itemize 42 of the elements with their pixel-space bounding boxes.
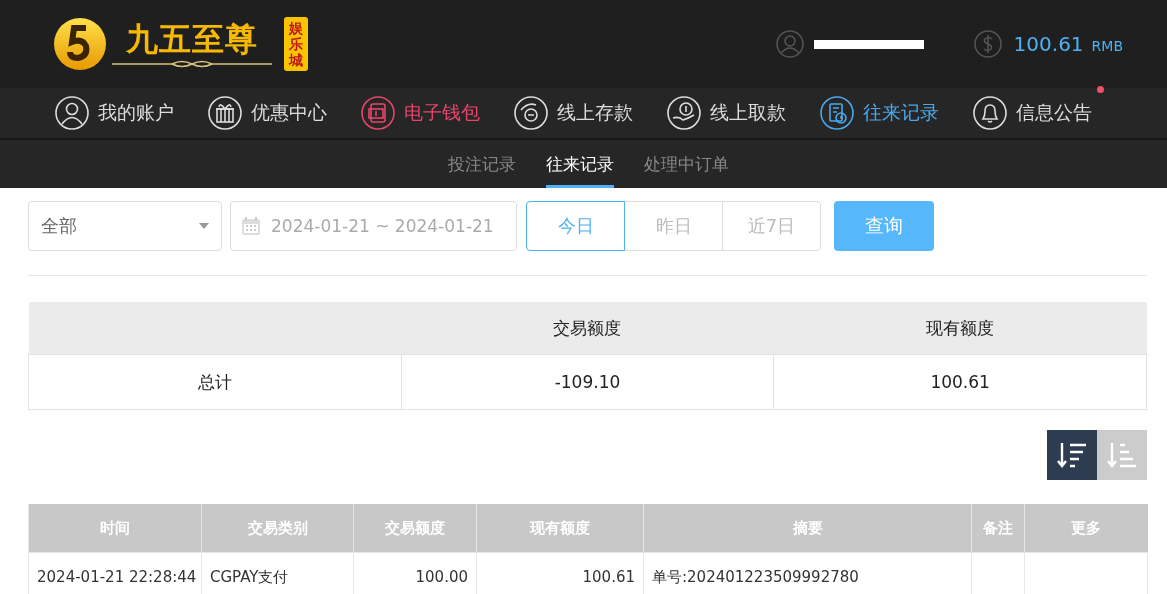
user-icon — [775, 30, 804, 58]
column-header: 现有额度 — [926, 317, 995, 338]
logo[interactable]: 九五至尊 娱乐城 — [52, 16, 308, 72]
nav-item[interactable]: 线上取款 — [667, 96, 820, 130]
sort-button[interactable] — [1047, 430, 1097, 480]
nav-item[interactable]: 电子钱包 — [361, 96, 514, 130]
table-cell: 2024-01-21 22:28:44 — [37, 568, 197, 586]
balance-amount: 100.61 — [1013, 32, 1084, 56]
coin-hand-icon — [667, 96, 701, 130]
table-cell: 100.61 — [582, 568, 635, 586]
sub-tab[interactable]: 往来记录 — [546, 140, 614, 188]
logo-text: 九五至尊 — [126, 19, 258, 59]
sub-tab[interactable]: 处理中订单 — [644, 140, 729, 188]
nav-item[interactable]: 信息公告 — [973, 96, 1126, 130]
person-icon — [55, 96, 89, 130]
dollar-icon — [973, 30, 1002, 58]
nav-item[interactable]: 优惠中心 — [208, 96, 361, 130]
calendar-icon — [241, 216, 261, 236]
table-cell: -109.10 — [401, 354, 774, 410]
balance-currency: RMB — [1091, 38, 1123, 54]
sort-ascending-icon — [1105, 440, 1139, 470]
table-cell: CGPAY支付 — [210, 567, 289, 586]
sub-tab[interactable]: 投注记录 — [448, 140, 516, 188]
caret-icon — [199, 223, 209, 229]
bell-icon — [973, 96, 1007, 130]
logo-icon — [52, 16, 108, 72]
table-cell: 100.61 — [773, 354, 1147, 410]
nav-item[interactable]: 线上存款 — [514, 96, 667, 130]
nav-item[interactable]: 我的账户 — [55, 96, 208, 130]
nav-item[interactable]: 往来记录 — [820, 96, 973, 130]
table-cell: 总计 — [28, 354, 402, 410]
sort-descending-icon — [1055, 440, 1089, 470]
table-cell: 单号:202401223509992780 — [652, 567, 859, 586]
table-cell: 100.00 — [415, 568, 468, 586]
type-select[interactable]: 全部 — [28, 201, 222, 251]
column-header: 交易额度 — [553, 317, 622, 338]
coin-hand-icon — [514, 96, 548, 130]
gift-icon — [208, 96, 242, 130]
clipboard-clock-icon — [820, 96, 854, 130]
flourish-icon — [112, 59, 272, 69]
logo-badge: 娱乐城 — [284, 17, 308, 71]
wallet-icon — [361, 96, 395, 130]
